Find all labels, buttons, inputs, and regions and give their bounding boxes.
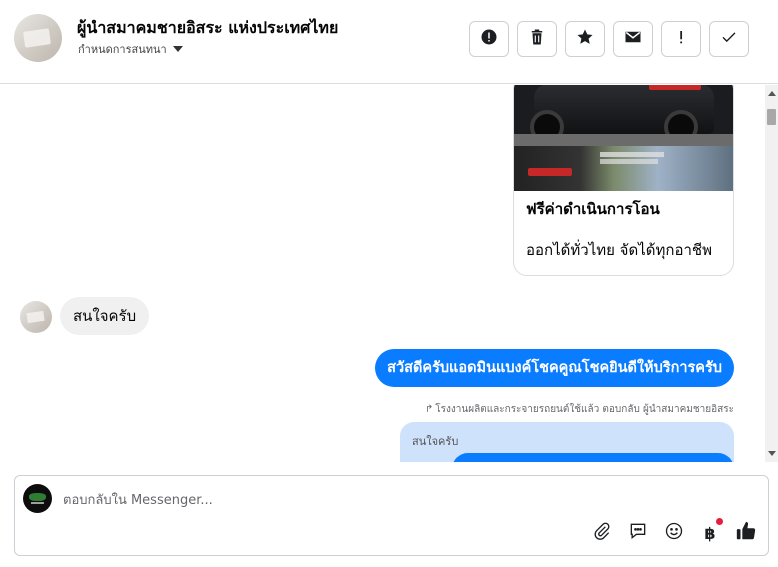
attachment-button[interactable] bbox=[590, 521, 614, 545]
page-avatar bbox=[23, 484, 52, 513]
scroll-up-arrow-icon[interactable] bbox=[768, 91, 776, 96]
reply-input[interactable] bbox=[63, 490, 583, 510]
chat-bubble-icon bbox=[628, 521, 648, 545]
alert-icon bbox=[480, 28, 498, 50]
thread-scrollbar[interactable] bbox=[765, 85, 778, 462]
exclamation-icon bbox=[672, 28, 690, 50]
composer-toolbar: ฿ bbox=[590, 518, 758, 545]
ad-card-title: ฟรีค่าดำเนินการโอน bbox=[526, 200, 660, 218]
ad-card-description: ออกได้ทั่วไทย จัดได้ทุกอาชีพ bbox=[526, 241, 712, 259]
star-button[interactable] bbox=[565, 21, 605, 57]
contact-name[interactable]: ผู้นำสมาคมชายอิสระ แห่งประเทศไทย bbox=[77, 16, 338, 41]
emoji-icon bbox=[664, 521, 684, 545]
notification-dot bbox=[716, 518, 723, 525]
check-icon bbox=[720, 28, 738, 50]
sender-avatar[interactable] bbox=[20, 301, 52, 333]
ad-card-image bbox=[514, 85, 733, 191]
incoming-message[interactable]: สนใจครับ bbox=[60, 297, 150, 335]
message-composer: ฿ bbox=[14, 475, 769, 556]
conversation-header: ผู้นำสมาคมชายอิสระ แห่งประเทศไทย กำหนดกา… bbox=[0, 0, 778, 84]
report-button[interactable] bbox=[661, 21, 701, 57]
thumbs-up-icon bbox=[735, 520, 757, 546]
baht-icon: ฿ bbox=[704, 523, 716, 543]
message-thread[interactable]: ฟรีค่าดำเนินการโอน ออกได้ทั่วไทย จัดได้ท… bbox=[0, 85, 765, 462]
quoted-message-text: สนใจครับ bbox=[412, 435, 459, 448]
outgoing-reply-message[interactable] bbox=[452, 453, 734, 462]
header-actions bbox=[469, 21, 749, 57]
scrollbar-thumb[interactable] bbox=[767, 109, 776, 125]
conversation-status-label: กำหนดการสนทนา bbox=[78, 43, 167, 56]
ad-card[interactable]: ฟรีค่าดำเนินการโอน ออกได้ทั่วไทย จัดได้ท… bbox=[513, 85, 734, 276]
mark-unread-button[interactable] bbox=[613, 21, 653, 57]
alert-button[interactable] bbox=[469, 21, 509, 57]
trash-icon bbox=[528, 28, 546, 50]
like-button[interactable] bbox=[734, 521, 758, 545]
outgoing-message[interactable]: สวัสดีครับแอดมินแบงค์โชคคูณโชคยินดีให้บร… bbox=[375, 349, 734, 387]
reply-arrow-icon: ↱ bbox=[424, 404, 434, 415]
reply-indicator: ↱ โรงงานผลิตและกระจายรถยนต์ใช้แล้ว ตอบกล… bbox=[425, 402, 734, 417]
saved-replies-button[interactable] bbox=[626, 521, 650, 545]
conversation-status-dropdown[interactable]: กำหนดการสนทนา bbox=[78, 40, 183, 58]
reply-note-text: โรงงานผลิตและกระจายรถยนต์ใช้แล้ว ตอบกลับ… bbox=[435, 404, 734, 415]
mail-icon bbox=[624, 28, 642, 50]
payment-button[interactable]: ฿ bbox=[698, 518, 723, 545]
caret-down-icon bbox=[172, 46, 183, 52]
attachment-icon bbox=[592, 521, 612, 545]
star-icon bbox=[576, 28, 594, 50]
delete-button[interactable] bbox=[517, 21, 557, 57]
mark-done-button[interactable] bbox=[709, 21, 749, 57]
scroll-down-arrow-icon[interactable] bbox=[768, 451, 776, 456]
emoji-button[interactable] bbox=[662, 521, 686, 545]
contact-avatar[interactable] bbox=[14, 14, 62, 62]
